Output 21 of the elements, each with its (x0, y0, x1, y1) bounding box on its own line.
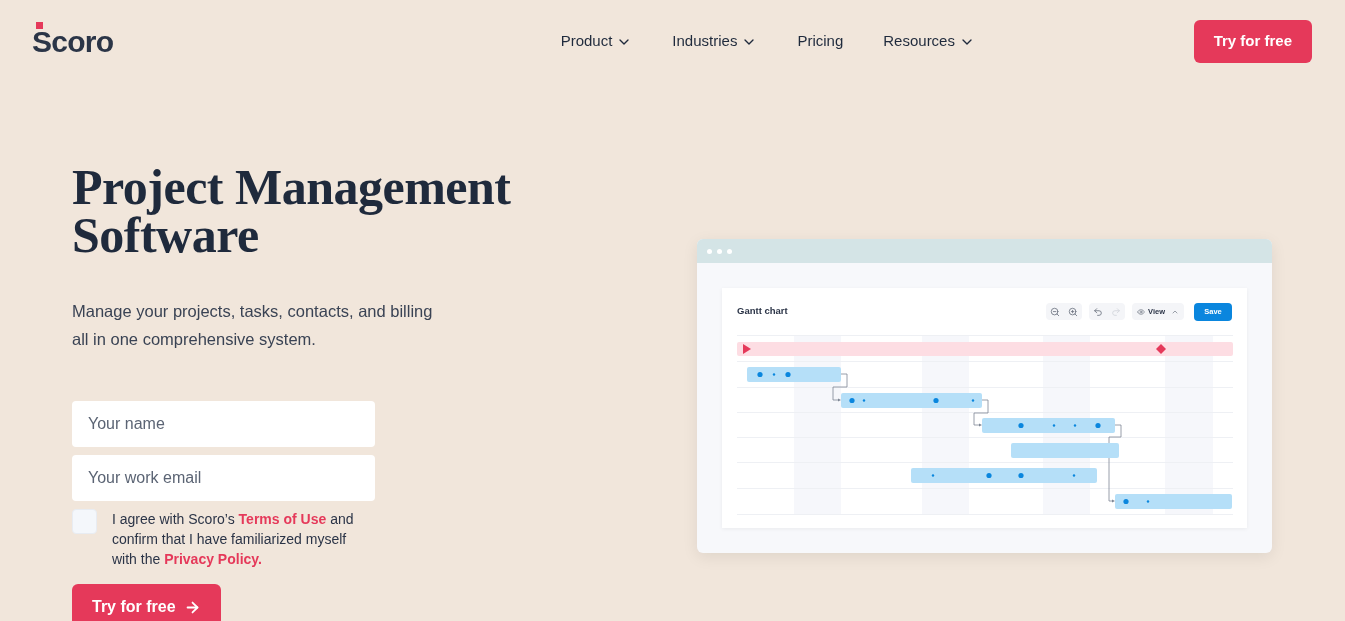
nav-link[interactable]: Industries (672, 30, 758, 53)
try-free-button[interactable]: Try for free (1193, 20, 1312, 63)
gantt-title: Gantt chart (737, 304, 788, 319)
nav-link[interactable]: Resources (883, 30, 975, 53)
zoom-in-icon[interactable] (1068, 306, 1079, 317)
nav-link[interactable]: Product (560, 30, 633, 53)
start-marker-icon (743, 344, 751, 354)
nav-link[interactable]: Pricing (797, 30, 844, 53)
dependency-arrow (832, 373, 848, 402)
hero-title: Project Management Software (72, 163, 512, 259)
hero-subtitle: Manage your projects, tasks, contacts, and billing all in one comprehensive system. (72, 301, 434, 350)
milestone-diamond-icon (1156, 344, 1166, 354)
consent-checkbox[interactable] (72, 509, 97, 534)
undo-icon[interactable] (1093, 306, 1104, 317)
submit-button[interactable]: Try for free (72, 584, 221, 621)
email-field[interactable]: Your work email (72, 455, 375, 501)
eye-icon (1137, 307, 1146, 316)
zoom-out-icon[interactable] (1050, 306, 1061, 317)
name-field[interactable]: Your name (72, 401, 375, 447)
dependency-arrow (973, 399, 989, 427)
consent-text: I agree with Scoro’s Terms of Use and confirm that I have familiarized myself with the Privacy Policy. (112, 510, 355, 569)
